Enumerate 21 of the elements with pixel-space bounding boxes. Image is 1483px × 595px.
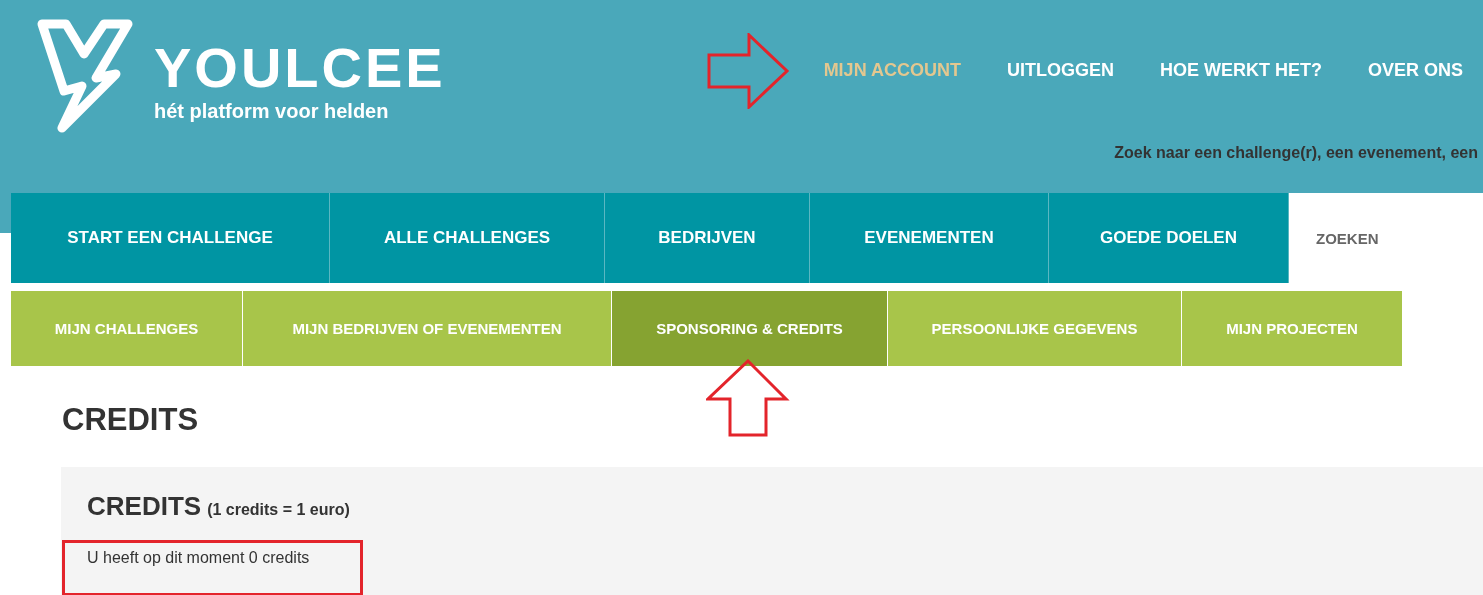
panel-title: CREDITS [87,491,202,522]
account-tab[interactable]: MIJN CHALLENGES [11,291,243,366]
account-tab[interactable]: PERSOONLIJKE GEGEVENS [888,291,1182,366]
search-hint: Zoek naar een challenge(r), een evenement, een [1114,144,1479,162]
nav-link[interactable]: UITLOGGEN [1006,60,1114,81]
nav-link[interactable]: MIJN ACCOUNT [823,60,961,81]
nav-tab[interactable]: GOEDE DOELEN [1049,193,1289,283]
nav-tab[interactable]: ALLE CHALLENGES [330,193,605,283]
nav-link[interactable]: HOE WERKT HET? [1159,60,1322,81]
nav-link[interactable]: OVER ONS [1367,60,1463,81]
page-title: CREDITS [62,402,200,438]
account-tab[interactable]: MIJN BEDRIJVEN OF EVENEMENTEN [243,291,612,366]
account-tab[interactable]: SPONSORING & CREDITS [612,291,888,366]
credit-balance: U heeft op dit moment 0 credits [87,549,311,567]
account-tab[interactable]: MIJN PROJECTEN [1182,291,1403,366]
brand-name: YOULCEE [154,38,446,98]
nav-tab[interactable]: BEDRIJVEN [605,193,810,283]
conversion-note: (1 credits = 1 euro) [207,501,350,519]
nav-tab[interactable]: START EEN CHALLENGE [11,193,330,283]
tagline: hét platform voor helden [154,100,390,123]
nav-tab[interactable]: EVENEMENTEN [810,193,1049,283]
